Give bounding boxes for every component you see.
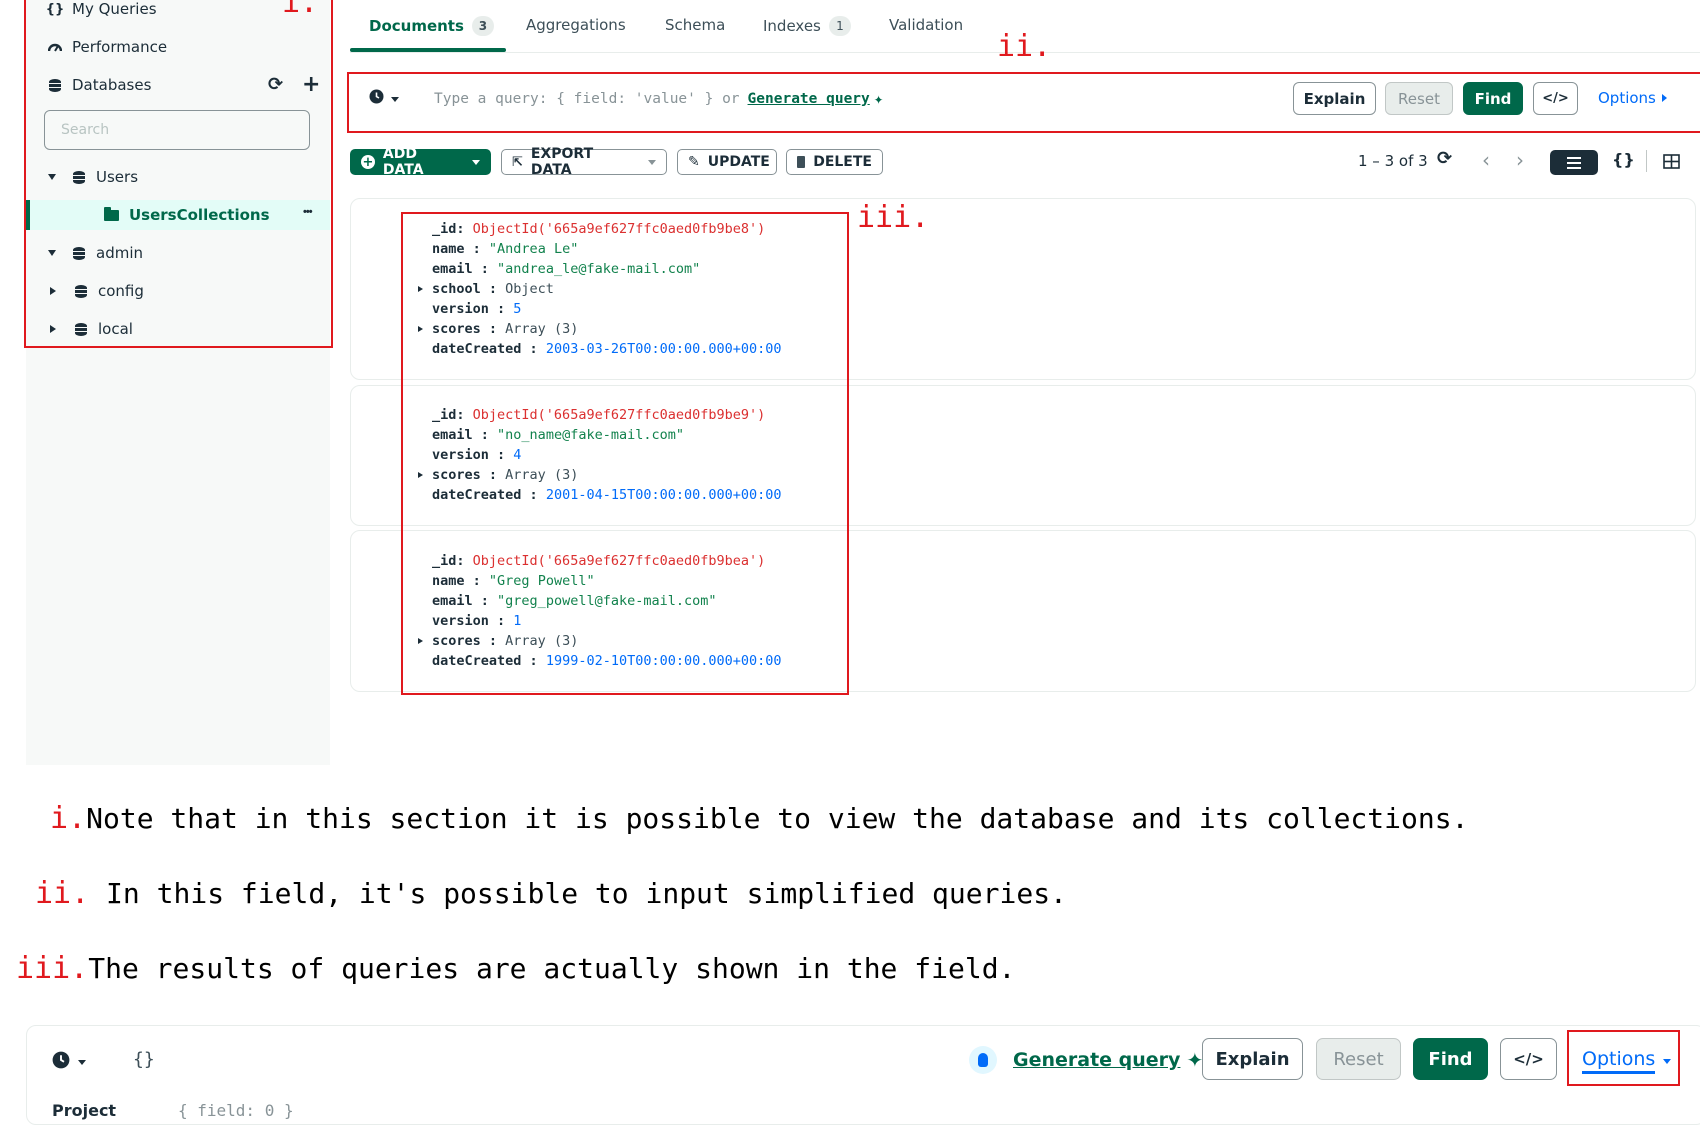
chevron-down-icon [78,1060,86,1065]
query-placeholder: Type a query: { field: 'value' } or [434,90,740,107]
table-view-icon[interactable] [1663,154,1680,174]
chevron-right-icon[interactable]: › [1516,148,1524,172]
sparkle-icon: ✦ [873,89,884,108]
button-label: ADD DATA [382,146,424,178]
add-data-button[interactable]: + ADD DATA [350,146,491,178]
options-label: Options [1598,89,1656,107]
divider [1646,150,1647,172]
pencil-icon: ✎ [688,154,700,170]
reset-button[interactable]: Reset [1316,1038,1401,1080]
options-label: Options [1582,1048,1656,1074]
options-toggle[interactable]: Options [1582,1048,1672,1074]
export-data-button[interactable]: ⇱ EXPORT DATA [501,146,667,178]
tab-label: Schema [665,16,726,34]
button-label: DELETE [813,154,872,170]
note-label: i. [50,801,87,836]
chevron-right-icon [1661,94,1667,102]
pagination-text: 1 – 3 of 3 [1358,152,1428,170]
tab-label: Validation [889,16,964,34]
note-i: i.Note that in this section it is possib… [50,802,1468,836]
tab-documents[interactable]: Documents 3 [369,16,494,36]
list-icon-line [1567,166,1581,169]
options-toggle[interactable]: Options [1598,89,1667,107]
button-label: UPDATE [707,154,770,170]
lightbulb-icon[interactable] [969,1046,997,1074]
query-history-button[interactable] [52,1051,86,1074]
code-view-button[interactable]: </> [1500,1038,1557,1080]
project-input[interactable]: { field: 0 } [178,1101,294,1120]
button-label: EXPORT DATA [530,146,594,178]
chevron-down-icon [472,159,480,165]
tab-validation[interactable]: Validation [889,16,963,34]
export-icon: ⇱ [512,154,523,170]
chevron-down-icon [648,159,656,165]
annotation-label-i: i. [282,0,319,20]
annotation-label-ii: ii. [997,29,1052,64]
annotation-label-iii: iii. [857,200,930,235]
explain-button[interactable]: Explain [1202,1038,1303,1080]
clock-icon [52,1051,70,1074]
filter-input[interactable]: {} [133,1049,155,1070]
tab-indexes[interactable]: Indexes 1 [763,16,851,36]
note-iii: iii.The results of queries are actually … [16,952,1015,986]
chevron-down-icon [1663,1058,1672,1064]
sparkle-icon: ✦ [1186,1048,1204,1072]
note-ii: ii. In this field, it's possible to inpu… [35,877,1067,911]
project-label: Project [52,1101,117,1120]
generate-query-label: Generate query [1013,1049,1181,1071]
annotation-box-i [24,0,333,348]
chevron-left-icon[interactable]: ‹ [1482,148,1490,172]
refresh-icon[interactable]: ⟳ [1437,148,1452,169]
note-text: In this field, it's possible to input si… [89,877,1067,910]
delete-button[interactable]: DELETE [786,149,883,175]
trash-icon [797,156,806,168]
update-button[interactable]: ✎ UPDATE [677,149,777,175]
list-icon-line [1567,161,1581,164]
code-view-button[interactable]: </> [1533,82,1578,115]
tab-aggregations[interactable]: Aggregations [526,16,626,34]
note-text: The results of queries are actually show… [88,952,1016,985]
note-label: ii. [35,876,90,911]
tab-count-badge: 3 [471,16,494,36]
plus-circle-icon: + [361,154,375,170]
generate-query-link[interactable]: Generate query [748,91,870,107]
list-icon-line [1567,156,1581,159]
json-view-button[interactable]: {} [1612,150,1635,169]
list-view-button[interactable] [1550,150,1598,175]
find-button[interactable]: Find [1463,82,1523,115]
clock-icon [369,89,384,109]
reset-button[interactable]: Reset [1385,82,1453,115]
chevron-down-icon [391,96,399,102]
note-label: iii. [16,951,89,986]
tab-label: Aggregations [526,16,626,34]
tab-label: Indexes [763,17,821,35]
find-button[interactable]: Find [1413,1038,1488,1080]
tab-count-badge: 1 [828,16,851,36]
query-history-button[interactable] [369,89,399,109]
note-text: Note that in this section it is possible… [86,802,1469,835]
generate-query-link[interactable]: Generate query ✦ [1013,1048,1203,1072]
tab-label: Documents [369,17,464,35]
lightbulb-shape [978,1053,988,1067]
explain-button[interactable]: Explain [1293,82,1376,115]
tab-schema[interactable]: Schema [665,16,725,34]
annotation-box-iii [401,212,849,695]
query-input[interactable]: Type a query: { field: 'value' } or Gene… [434,89,883,108]
